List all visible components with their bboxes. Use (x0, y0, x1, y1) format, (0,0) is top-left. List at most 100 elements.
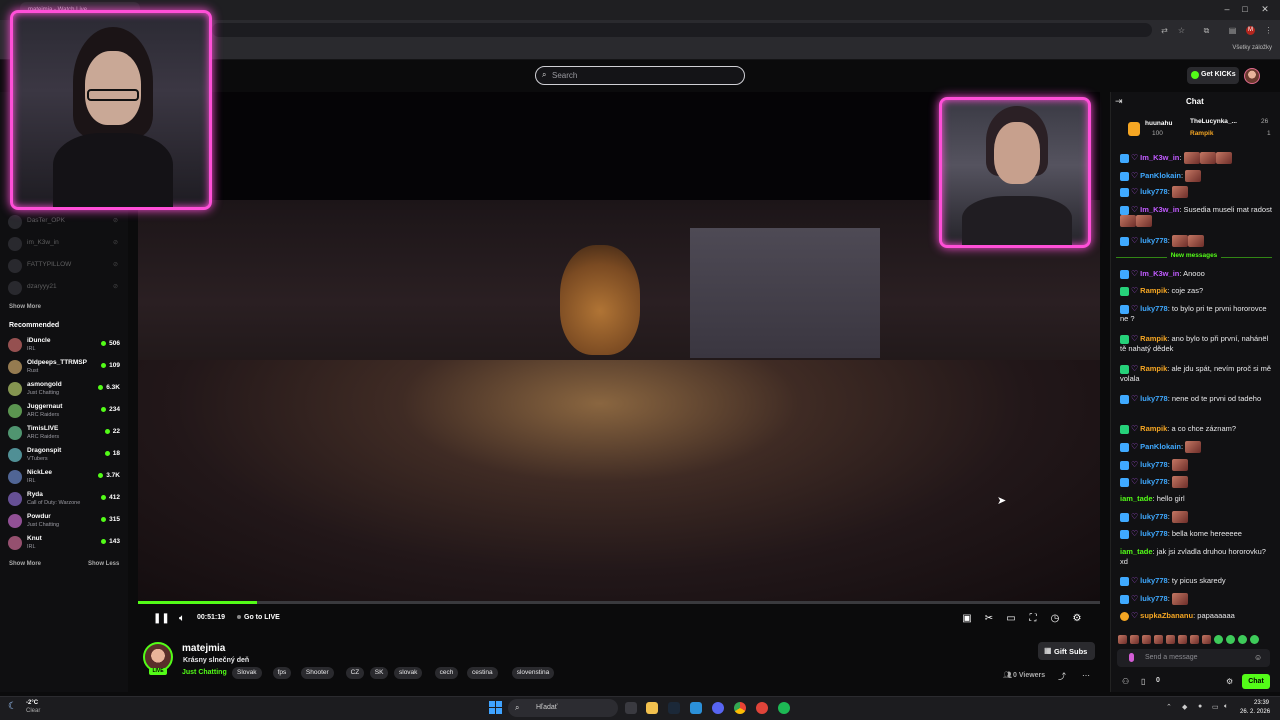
stream-tag[interactable]: SK (369, 667, 389, 679)
speed-icon[interactable]: ◷ (1048, 612, 1062, 626)
chat-username[interactable]: PanKlokain (1140, 171, 1181, 180)
emoji-icon[interactable]: ☺ (1254, 653, 1262, 662)
gifter-name[interactable]: huunahu (1145, 120, 1172, 127)
translate-icon[interactable]: ⇄ (1160, 26, 1169, 35)
search-input[interactable]: Search (535, 66, 745, 85)
clock-date[interactable]: 26. 2. 2026 (1240, 709, 1270, 715)
emote-image[interactable] (1226, 635, 1235, 645)
stream-tag[interactable]: slovenstina (511, 667, 555, 679)
chat-username[interactable]: luky778 (1140, 512, 1168, 521)
chat-settings-icon[interactable]: ⚙ (1226, 677, 1233, 686)
sidebar-channel-timislive[interactable]: TimisLIVE ARC Raiders 22 (8, 424, 126, 444)
discord-icon[interactable] (712, 702, 724, 714)
pause-icon[interactable]: ❚❚ (153, 612, 170, 626)
menu-icon[interactable]: ⋮ (1264, 26, 1273, 35)
emote-image[interactable] (1250, 635, 1259, 645)
start-menu-icon[interactable] (489, 701, 502, 714)
chat-username[interactable]: luky778 (1140, 187, 1168, 196)
go-to-live-button[interactable]: Go to LIVE (237, 614, 280, 621)
app-icon[interactable] (690, 702, 702, 714)
stream-tag[interactable]: slovak (394, 667, 423, 679)
chat-username[interactable]: luky778 (1140, 576, 1168, 585)
sidebar-channel-ryda[interactable]: Ryda Call of Duty: Warzone 412 (8, 490, 126, 510)
tray-app-icon[interactable]: ● (1198, 703, 1202, 710)
streamer-name[interactable]: matejmia (182, 643, 225, 654)
sidebar-channel-offline[interactable]: im_K3w_in ⊘ (8, 235, 120, 253)
gifter-name[interactable]: Rampik (1190, 130, 1213, 137)
chat-username[interactable]: luky778 (1140, 304, 1168, 313)
sidepanel-icon[interactable]: ▤ (1228, 26, 1237, 35)
chrome-icon[interactable] (734, 702, 746, 714)
fullscreen-icon[interactable]: ⛶ (1026, 612, 1040, 626)
clock-time[interactable]: 23:39 (1254, 700, 1269, 706)
emote-image[interactable] (1214, 635, 1223, 645)
chat-username[interactable]: Im_K3w_in (1140, 269, 1179, 278)
collapse-chat-icon[interactable]: ⇥ (1115, 96, 1123, 107)
tray-app-icon[interactable]: ◆ (1182, 703, 1187, 711)
profile-icon[interactable]: M (1246, 26, 1255, 35)
task-view-icon[interactable] (625, 702, 637, 714)
sidebar-channel-oldpeeps_ttrmsp[interactable]: Oldpeeps_TTRMSP Rust 109 (8, 358, 126, 378)
sidebar-channel-offline[interactable]: FATTYPILLOW ⊘ (8, 257, 120, 275)
stream-tag[interactable]: Shooter (300, 667, 334, 679)
emote-image[interactable] (1142, 635, 1151, 645)
sidebar-channel-iduncle[interactable]: iDuncle IRL 506 (8, 336, 126, 356)
sidebar-channel-dragonspit[interactable]: Dragonspit VTubers 18 (8, 446, 126, 466)
sidebar-channel-knut[interactable]: Knut IRL 143 (8, 534, 126, 554)
share-icon[interactable]: ⤴ (1058, 671, 1066, 682)
stream-category-link[interactable]: Just Chatting (182, 669, 227, 676)
stream-tag[interactable]: cech (434, 667, 459, 679)
chat-users-icon[interactable]: ⚇ (1122, 677, 1129, 686)
emote-image[interactable] (1130, 635, 1139, 645)
show-more-recommended-button[interactable]: Show More (9, 561, 41, 567)
chat-username[interactable]: PanKlokain (1140, 442, 1181, 451)
maximize-icon[interactable]: □ (1238, 3, 1252, 15)
show-more-following-button[interactable]: Show More (9, 304, 41, 310)
sidebar-channel-offline[interactable]: dzaryyy21 ⊘ (8, 279, 120, 297)
close-icon[interactable]: ✕ (1258, 3, 1272, 15)
volume-tray-icon[interactable]: 🔈︎ (1224, 703, 1228, 711)
chat-username[interactable]: iam_tade (1120, 494, 1153, 503)
chat-username[interactable]: Rampik (1140, 424, 1167, 433)
stream-tag[interactable]: Slovak (232, 667, 262, 679)
bookmark-star-icon[interactable]: ☆ (1177, 26, 1186, 35)
settings-icon[interactable]: ⚙ (1070, 612, 1084, 626)
chat-username[interactable]: luky778 (1140, 394, 1168, 403)
extensions-icon[interactable]: ⧉ (1202, 26, 1211, 35)
emote-image[interactable] (1190, 635, 1199, 645)
chat-username[interactable]: supkaZbananu (1140, 611, 1193, 620)
weather-temperature[interactable]: -2°C (26, 700, 38, 706)
taskbar-search-input[interactable]: Hľadať (508, 699, 618, 717)
chat-username[interactable]: Rampik (1140, 364, 1167, 373)
sidebar-channel-asmongold[interactable]: asmongold Just Chatting 6.3K (8, 380, 126, 400)
chat-username[interactable]: Rampik (1140, 286, 1167, 295)
clip-icon[interactable]: ✂ (982, 612, 996, 626)
file-explorer-icon[interactable] (646, 702, 658, 714)
emote-image[interactable] (1202, 635, 1211, 645)
tray-chevron-icon[interactable]: ⌃ (1166, 703, 1172, 711)
minimize-icon[interactable]: – (1220, 3, 1234, 15)
chat-username[interactable]: iam_tade (1120, 547, 1153, 556)
volume-icon[interactable]: 🔈︎ (175, 612, 189, 626)
emote-image[interactable] (1166, 635, 1175, 645)
url-input[interactable] (212, 23, 1152, 37)
sidebar-channel-juggernaut[interactable]: Juggernaut ARC Raiders 234 (8, 402, 126, 422)
stream-tag[interactable]: cestina (467, 667, 498, 679)
show-less-button[interactable]: Show Less (88, 561, 119, 567)
chat-username[interactable]: Im_K3w_in (1140, 153, 1179, 162)
emote-image[interactable] (1118, 635, 1127, 645)
emote-image[interactable] (1178, 635, 1187, 645)
chat-input[interactable]: Send a message (1117, 649, 1270, 667)
sidebar-channel-offline[interactable]: DasTer_OPK ⊘ (8, 213, 120, 231)
user-avatar[interactable] (1244, 68, 1260, 84)
chat-username[interactable]: Im_K3w_in (1140, 205, 1179, 214)
send-chat-button[interactable]: Chat (1242, 674, 1270, 689)
app-red-icon[interactable] (756, 702, 768, 714)
all-bookmarks-link[interactable]: Všetky záložky (1232, 45, 1272, 51)
gifter-name[interactable]: TheLucynka_... (1190, 118, 1237, 125)
emote-image[interactable] (1154, 635, 1163, 645)
emote-image[interactable] (1238, 635, 1247, 645)
steam-icon[interactable] (668, 702, 680, 714)
miniplayer-icon[interactable]: ▣ (960, 612, 974, 626)
sidebar-channel-powdur[interactable]: Powdur Just Chatting 315 (8, 512, 126, 532)
